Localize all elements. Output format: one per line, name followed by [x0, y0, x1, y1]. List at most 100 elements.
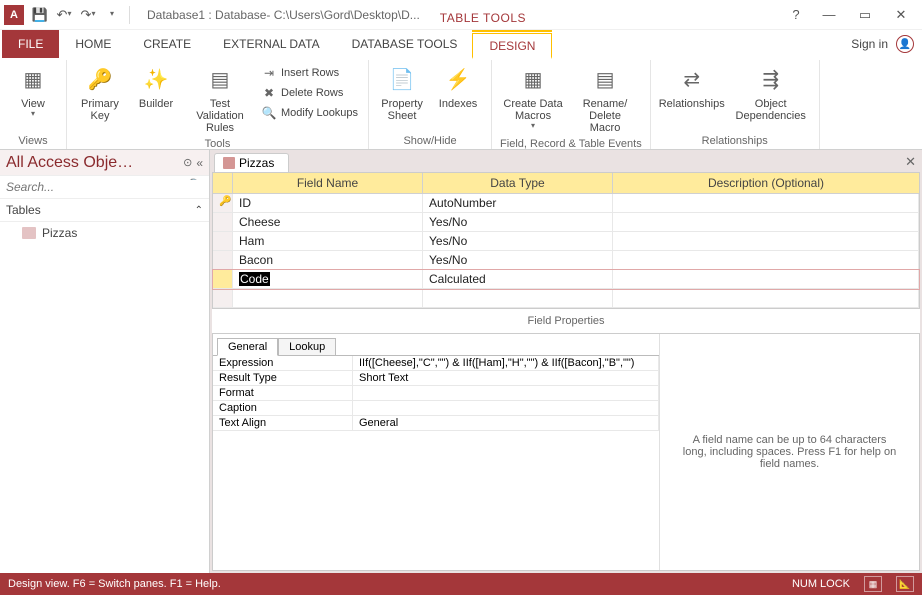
tab-external-data[interactable]: EXTERNAL DATA	[207, 30, 335, 58]
primary-key-button[interactable]: 🔑Primary Key	[75, 62, 125, 124]
redo-icon[interactable]: ↷▾	[78, 5, 98, 25]
key-icon: 🔑	[84, 64, 116, 96]
delete-rows-button[interactable]: ✖Delete Rows	[259, 84, 360, 102]
cell-data-type[interactable]: Calculated	[423, 270, 613, 288]
row-selector[interactable]	[213, 270, 233, 288]
cell-data-type[interactable]: AutoNumber	[423, 194, 613, 212]
property-grid: ExpressionIIf([Cheese],"C","") & IIf([Ha…	[213, 355, 659, 431]
qat-customize-icon[interactable]: ▾	[102, 5, 122, 25]
view-datasheet-icon[interactable]: ▦	[864, 576, 882, 592]
row-selector[interactable]	[213, 232, 233, 250]
prop-row-caption[interactable]: Caption	[213, 401, 659, 416]
row-selector-key[interactable]: 🔑	[213, 194, 233, 212]
minimize-icon[interactable]: —	[812, 4, 846, 26]
grid-row-selected[interactable]: Code Calculated	[213, 270, 919, 289]
grid-row[interactable]: Bacon Yes/No	[213, 251, 919, 270]
cell-field-name[interactable]: Code	[233, 270, 423, 288]
account-icon[interactable]: 👤	[896, 35, 914, 53]
prop-row-expression[interactable]: ExpressionIIf([Cheese],"C","") & IIf([Ha…	[213, 356, 659, 371]
numlock-indicator: NUM LOCK	[792, 578, 850, 590]
nav-title: All Access Obje…	[6, 154, 179, 172]
table-icon	[22, 227, 36, 239]
rel-icon: ⇄	[676, 64, 708, 96]
grid-icon: ▦	[17, 64, 49, 96]
cell-data-type[interactable]: Yes/No	[423, 251, 613, 269]
tab-home[interactable]: HOME	[59, 30, 127, 58]
tab-file[interactable]: FILE	[2, 30, 59, 58]
sign-in-link[interactable]: Sign in	[851, 37, 888, 51]
cell-description[interactable]	[613, 232, 919, 250]
prop-tab-general[interactable]: General	[217, 338, 278, 356]
group-label-relationships: Relationships	[659, 133, 811, 149]
cell-description[interactable]	[613, 213, 919, 231]
close-tab-icon[interactable]: ✕	[905, 154, 916, 170]
grid-row[interactable]: 🔑 ID AutoNumber	[213, 194, 919, 213]
prop-row-result-type[interactable]: Result TypeShort Text	[213, 371, 659, 386]
nav-header[interactable]: All Access Obje… ⊙ «	[0, 150, 209, 176]
grid-row[interactable]: Ham Yes/No	[213, 232, 919, 251]
collapse-icon[interactable]: «	[196, 156, 203, 170]
tab-database-tools[interactable]: DATABASE TOOLS	[336, 30, 474, 58]
insert-rows-button[interactable]: ⇥Insert Rows	[259, 64, 360, 82]
pin-icon[interactable]: ⊙	[183, 156, 192, 169]
cell-description[interactable]	[613, 270, 919, 288]
col-description[interactable]: Description (Optional)	[613, 173, 919, 193]
cell-field-name[interactable]: Ham	[233, 232, 423, 250]
restore-icon[interactable]: ▭	[848, 4, 882, 26]
cell-data-type[interactable]: Yes/No	[423, 232, 613, 250]
modify-lookups-button[interactable]: 🔍Modify Lookups	[259, 104, 360, 122]
cell-description[interactable]	[613, 251, 919, 269]
prop-row-text-align[interactable]: Text AlignGeneral	[213, 416, 659, 431]
status-bar: Design view. F6 = Switch panes. F1 = Hel…	[0, 573, 922, 595]
nav-item-pizzas[interactable]: Pizzas	[0, 222, 209, 244]
close-icon[interactable]: ✕	[884, 4, 918, 26]
prop-row-format[interactable]: Format	[213, 386, 659, 401]
view-design-icon[interactable]: 📐	[896, 576, 914, 592]
lightning-icon: ⚡	[442, 64, 474, 96]
undo-icon[interactable]: ↶▾	[54, 5, 74, 25]
relationships-button[interactable]: ⇄Relationships	[659, 62, 725, 112]
property-sheet-button[interactable]: 📄Property Sheet	[377, 62, 427, 124]
create-data-macros-button[interactable]: ▦Create Data Macros▾	[500, 62, 566, 133]
cell-field-name[interactable]: ID	[233, 194, 423, 212]
app-icon: A	[4, 5, 24, 25]
document-tab-pizzas[interactable]: Pizzas	[214, 153, 289, 172]
cell-field-name[interactable]: Bacon	[233, 251, 423, 269]
field-properties-label: Field Properties	[212, 309, 920, 333]
insert-row-icon: ⇥	[261, 65, 277, 81]
navigation-pane: All Access Obje… ⊙ « 🔍 Tables⌃ Pizzas	[0, 150, 210, 573]
ribbon-tabs: FILE HOME CREATE EXTERNAL DATA DATABASE …	[0, 30, 922, 58]
nav-group-tables[interactable]: Tables⌃	[0, 199, 209, 222]
row-selector[interactable]	[213, 213, 233, 231]
tab-design[interactable]: DESIGN	[472, 33, 552, 59]
cell-field-name[interactable]: Cheese	[233, 213, 423, 231]
row-selector[interactable]	[213, 251, 233, 269]
view-button[interactable]: ▦View▾	[8, 62, 58, 121]
deps-icon: ⇶	[755, 64, 787, 96]
grid-row[interactable]: Cheese Yes/No	[213, 213, 919, 232]
help-icon[interactable]: ?	[782, 4, 810, 26]
search-input[interactable]	[6, 180, 203, 194]
sheet-icon: 📄	[386, 64, 418, 96]
nav-search: 🔍	[0, 176, 209, 199]
wand-icon: ✨	[140, 64, 172, 96]
grid-row-empty[interactable]	[213, 289, 919, 308]
table-icon	[223, 157, 235, 169]
delete-row-icon: ✖	[261, 85, 277, 101]
col-field-name[interactable]: Field Name	[233, 173, 423, 193]
builder-button[interactable]: ✨Builder	[131, 62, 181, 112]
col-data-type[interactable]: Data Type	[423, 173, 613, 193]
cell-description[interactable]	[613, 194, 919, 212]
object-dependencies-button[interactable]: ⇶Object Dependencies	[731, 62, 811, 124]
window-title: Database1 : Database- C:\Users\Gord\Desk…	[147, 8, 420, 22]
tab-create[interactable]: CREATE	[127, 30, 207, 58]
prop-tab-lookup[interactable]: Lookup	[278, 338, 336, 356]
design-grid: Field Name Data Type Description (Option…	[212, 172, 920, 309]
group-label-views: Views	[8, 133, 58, 149]
cell-data-type[interactable]: Yes/No	[423, 213, 613, 231]
rename-delete-macro-button[interactable]: ▤Rename/ Delete Macro	[572, 62, 638, 136]
indexes-button[interactable]: ⚡Indexes	[433, 62, 483, 112]
test-validation-button[interactable]: ▤Test Validation Rules	[187, 62, 253, 136]
save-icon[interactable]: 💾	[30, 5, 50, 25]
contextual-tab-label: TABLE TOOLS	[430, 5, 536, 25]
